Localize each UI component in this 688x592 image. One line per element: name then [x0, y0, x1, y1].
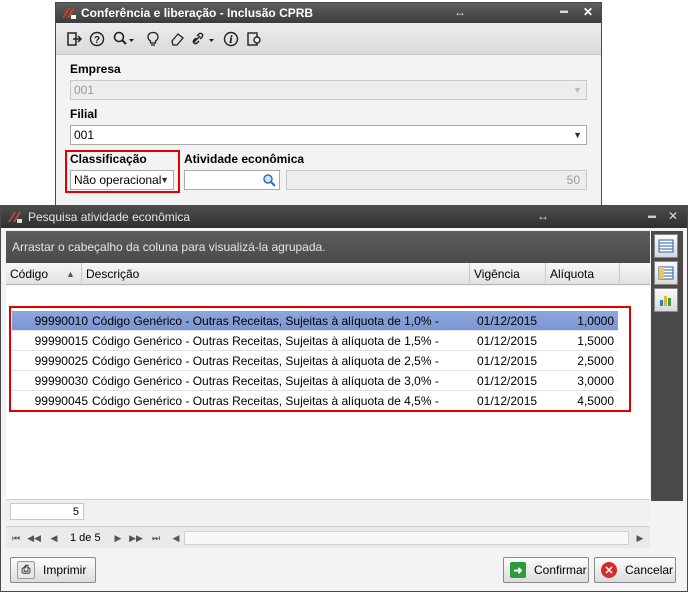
printer-icon: ⎙ — [17, 561, 35, 579]
cprb-window: Conferência e liberação - Inclusão CPRB … — [55, 2, 602, 217]
chevron-down-icon: ▼ — [573, 85, 582, 95]
exit-icon[interactable] — [64, 29, 84, 49]
atividade-label: Atividade econômica — [184, 152, 305, 166]
aliquota-value: 50 — [566, 173, 580, 187]
scroll-right-icon[interactable]: ▶ — [632, 530, 648, 546]
svg-text:i: i — [229, 35, 233, 46]
classificacao-label: Classificação — [70, 152, 147, 166]
info-icon[interactable]: i — [221, 29, 241, 49]
resize-icon[interactable]: ↔ — [454, 5, 466, 19]
rows-highlight — [9, 306, 631, 412]
cancelar-button[interactable]: ✕ Cancelar — [594, 557, 676, 583]
imprimir-label: Imprimir — [43, 563, 87, 577]
col-codigo-label: Código — [10, 267, 49, 281]
col-header-vigencia[interactable]: Vigência — [470, 263, 546, 285]
scroll-left-icon[interactable]: ◀ — [168, 530, 184, 546]
next-block-icon[interactable]: ▶▶ — [128, 530, 144, 546]
cancel-icon: ✕ — [601, 562, 617, 578]
page-indicator: 1 de 5 — [70, 532, 101, 544]
first-page-icon[interactable]: ⏮ — [8, 530, 24, 546]
empresa-field: 001 ▼ — [70, 80, 587, 100]
horizontal-scrollbar[interactable] — [184, 531, 629, 545]
settings-icon[interactable] — [244, 29, 264, 49]
grid-header: Código ▲ Descrição Vigência Alíquota — [6, 263, 650, 285]
col-header-aliquota[interactable]: Alíquota — [546, 263, 620, 285]
chevron-down-icon[interactable]: ▼ — [573, 126, 582, 144]
imprimir-button[interactable]: ⎙ Imprimir — [10, 557, 96, 583]
chevron-down-icon[interactable]: ▼ — [160, 171, 169, 189]
classificacao-value: Não operacional — [74, 173, 162, 187]
empresa-label: Empresa — [70, 62, 121, 76]
window-title: Conferência e liberação - Inclusão CPRB — [81, 6, 314, 20]
col-header-codigo[interactable]: Código ▲ — [6, 263, 82, 285]
atividade-input[interactable] — [184, 170, 280, 190]
resize-icon[interactable]: ↔ — [537, 209, 549, 223]
chart-icon[interactable] — [654, 288, 678, 312]
col-descricao-label: Descrição — [86, 267, 140, 281]
lightbulb-icon[interactable] — [143, 29, 163, 49]
link-icon[interactable] — [190, 29, 218, 49]
zoom-icon[interactable] — [111, 29, 137, 49]
filial-field[interactable]: 001 ▼ — [70, 125, 587, 145]
grid-layout-icon[interactable] — [654, 234, 678, 258]
toolbar: ? i — [56, 23, 601, 55]
aliquota-field: 50 — [286, 170, 587, 190]
close-icon[interactable]: ✕ — [668, 209, 678, 223]
pager: ⏮ ◀◀ ◀ 1 de 5 ▶ ▶▶ ⏭ ◀ ▶ — [6, 526, 650, 548]
col-header-descricao[interactable]: Descrição — [82, 263, 470, 285]
pesquisa-window: Pesquisa atividade econômica ↔ ▬ ✕ Arras… — [0, 205, 688, 592]
cprb-titlebar[interactable]: Conferência e liberação - Inclusão CPRB … — [56, 3, 601, 23]
pesquisa-titlebar[interactable]: Pesquisa atividade econômica ↔ ▬ ✕ — [1, 206, 687, 228]
filial-label: Filial — [70, 107, 98, 121]
col-vigencia-label: Vigência — [474, 267, 520, 281]
confirm-arrow-icon: ➜ — [510, 562, 526, 578]
empresa-value: 001 — [74, 83, 95, 97]
prev-block-icon[interactable]: ◀◀ — [26, 530, 42, 546]
cancelar-label: Cancelar — [625, 563, 674, 577]
sort-asc-icon: ▲ — [66, 269, 75, 279]
window-title: Pesquisa atividade econômica — [28, 210, 191, 224]
classificacao-select[interactable]: Não operacional ▼ — [70, 170, 174, 190]
columns-chooser-icon[interactable] — [654, 261, 678, 285]
app-logo-icon — [61, 6, 77, 20]
filial-value: 001 — [74, 128, 95, 142]
confirmar-button[interactable]: ➜ Confirmar — [503, 557, 589, 583]
app-logo-icon — [7, 210, 23, 224]
grid-body: 99990010 Código Genérico - Outras Receit… — [6, 286, 650, 499]
grid-footer: 5 — [6, 499, 650, 521]
minimize-icon[interactable]: ▬ — [560, 6, 568, 15]
last-page-icon[interactable]: ⏭ — [148, 530, 164, 546]
col-aliquota-label: Alíquota — [550, 267, 595, 281]
search-icon[interactable] — [262, 173, 276, 192]
help-icon[interactable]: ? — [87, 29, 107, 49]
eraser-icon[interactable] — [167, 29, 187, 49]
row-count: 5 — [10, 503, 84, 520]
close-icon[interactable]: ✕ — [583, 5, 593, 19]
side-panel — [651, 231, 683, 501]
next-page-icon[interactable]: ▶ — [110, 530, 126, 546]
minimize-icon[interactable]: ▬ — [648, 211, 656, 220]
svg-text:?: ? — [94, 35, 100, 46]
confirmar-label: Confirmar — [534, 563, 587, 577]
group-panel[interactable]: Arrastar o cabeçalho da coluna para visu… — [6, 231, 650, 263]
prev-page-icon[interactable]: ◀ — [46, 530, 62, 546]
